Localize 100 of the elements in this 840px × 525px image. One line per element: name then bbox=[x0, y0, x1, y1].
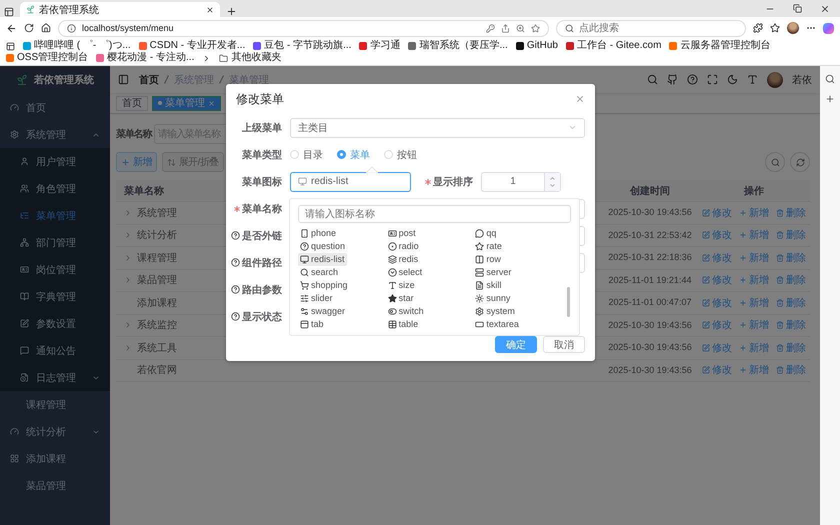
icon-option[interactable]: switch bbox=[386, 304, 426, 318]
icon-option[interactable]: rate bbox=[473, 240, 504, 252]
sidebar-item[interactable]: 通知公告 bbox=[0, 337, 110, 364]
text-size-icon[interactable] bbox=[747, 74, 758, 85]
icon-option[interactable]: size bbox=[386, 278, 417, 292]
user-name[interactable]: 若依 bbox=[792, 72, 812, 86]
confirm-button[interactable]: 确定 bbox=[495, 336, 537, 353]
tab-actions-icon[interactable] bbox=[4, 7, 14, 17]
field-label: 显示排序 bbox=[433, 175, 473, 188]
github-icon[interactable] bbox=[667, 74, 678, 85]
icon-option[interactable]: radio bbox=[386, 240, 421, 252]
bookmark-link[interactable]: 云服务器管理控制台 bbox=[669, 40, 770, 52]
plus-icon[interactable] bbox=[825, 94, 835, 104]
icon-option[interactable]: search bbox=[298, 266, 340, 278]
icon-option[interactable]: sunny bbox=[473, 292, 512, 304]
edit-icon bbox=[702, 321, 710, 330]
sidebar-item[interactable]: 日志管理 bbox=[0, 364, 110, 391]
table-cell-text: 系统监控 bbox=[137, 318, 177, 332]
bookmark-link[interactable]: 其他收藏夹 bbox=[219, 52, 282, 64]
edit-icon bbox=[702, 208, 710, 217]
bookmark-link[interactable]: 樱花动漫 - 专注动... bbox=[96, 52, 194, 64]
home-icon[interactable] bbox=[41, 23, 51, 33]
address-bar[interactable]: localhost/system/menu bbox=[58, 20, 549, 36]
radio-button[interactable] bbox=[337, 150, 346, 159]
user-avatar[interactable] bbox=[767, 72, 783, 88]
help-icon[interactable] bbox=[687, 74, 698, 85]
site-icon bbox=[359, 42, 368, 50]
bookmark-link[interactable]: OSS管理控制台 bbox=[6, 52, 88, 64]
icon-option[interactable]: skill bbox=[473, 278, 504, 292]
close-icon[interactable] bbox=[206, 6, 214, 14]
sun-icon bbox=[475, 294, 484, 302]
sidebar-item[interactable]: 参数设置 bbox=[0, 310, 110, 337]
bookmark-link[interactable]: 哔哩哔哩 ( ゜- ゜)つ... bbox=[23, 40, 131, 52]
reload-icon[interactable] bbox=[24, 23, 34, 33]
sidebar-item[interactable]: 用户管理 bbox=[0, 148, 110, 175]
icon-option[interactable]: select bbox=[386, 266, 424, 278]
radio-option[interactable]: 按钮 bbox=[384, 148, 417, 162]
fullscreen-icon[interactable] bbox=[707, 74, 718, 85]
bookmark-link[interactable]: 学习通 bbox=[359, 40, 400, 52]
bookmark-link[interactable]: 瑞智系统（要压学... bbox=[408, 40, 508, 52]
icon-option[interactable]: post bbox=[386, 226, 418, 240]
icon-option[interactable]: redis-list bbox=[298, 252, 347, 266]
icon-option[interactable]: row bbox=[473, 252, 503, 266]
bookmark-link[interactable]: 豆包 - 字节跳动旗... bbox=[253, 40, 352, 52]
breadcrumb-item[interactable]: 首页 bbox=[139, 72, 159, 86]
radio-option[interactable]: 目录 bbox=[290, 148, 323, 162]
icon-option[interactable]: redis bbox=[386, 252, 420, 266]
sidebar-item[interactable]: 部门管理 bbox=[0, 229, 110, 256]
menu-toggle-icon[interactable] bbox=[118, 74, 129, 85]
collections-icon[interactable] bbox=[6, 42, 15, 50]
close-icon[interactable] bbox=[820, 4, 830, 14]
profile-avatar[interactable] bbox=[787, 22, 799, 34]
sort-number-input[interactable]: 1 bbox=[481, 172, 561, 192]
sidebar-item[interactable]: 角色管理 bbox=[0, 175, 110, 202]
bookmark-link[interactable]: CSDN - 专业开发者... bbox=[138, 40, 246, 52]
copilot-icon[interactable] bbox=[823, 22, 834, 34]
browser-tab[interactable]: 若依管理系统 bbox=[20, 2, 220, 17]
increment-icon[interactable] bbox=[549, 174, 556, 182]
icon-option[interactable]: tab bbox=[298, 318, 326, 330]
cancel-button[interactable]: 取消 bbox=[543, 336, 585, 353]
share-icon[interactable] bbox=[501, 24, 510, 32]
sidebar-item[interactable]: 岗位管理 bbox=[0, 256, 110, 283]
plus-icon bbox=[739, 298, 747, 307]
bookmark-link[interactable]: 工作台 - Gitee.com bbox=[566, 40, 662, 52]
restore-icon[interactable] bbox=[793, 4, 802, 13]
zoom-icon[interactable] bbox=[516, 24, 525, 32]
decrement-icon[interactable] bbox=[549, 182, 556, 188]
new-tab-icon[interactable] bbox=[226, 6, 237, 17]
site-icon bbox=[516, 42, 524, 50]
icon-option[interactable]: shopping bbox=[298, 278, 350, 292]
bookmark-link[interactable]: GitHub bbox=[516, 40, 558, 52]
icon-option[interactable]: question bbox=[298, 240, 348, 252]
leaf-icon bbox=[26, 5, 35, 14]
web-search-field[interactable]: 点此搜索 bbox=[556, 20, 746, 36]
sidebar-item[interactable]: 字典管理 bbox=[0, 283, 110, 310]
icon-option[interactable]: slider bbox=[298, 292, 335, 304]
search-icon[interactable] bbox=[825, 74, 835, 84]
page-tag[interactable]: 首页 bbox=[116, 96, 148, 110]
favorites-icon[interactable] bbox=[770, 23, 780, 33]
search-icon[interactable] bbox=[647, 74, 658, 85]
extensions-icon[interactable] bbox=[753, 23, 763, 33]
favorite-icon[interactable] bbox=[531, 24, 540, 32]
icon-option[interactable]: system bbox=[473, 304, 517, 318]
id-card-icon bbox=[388, 228, 397, 238]
refresh-button[interactable] bbox=[790, 152, 810, 172]
key-icon[interactable] bbox=[486, 24, 495, 32]
parent-menu-select[interactable]: 主类目 bbox=[290, 118, 585, 138]
back-icon[interactable] bbox=[6, 22, 17, 34]
scrollbar-thumb[interactable] bbox=[567, 286, 570, 316]
icon-option[interactable]: server bbox=[473, 266, 514, 278]
icon-option[interactable]: qq bbox=[473, 226, 498, 240]
moon-icon[interactable] bbox=[727, 74, 738, 85]
icon-option[interactable]: table bbox=[386, 318, 420, 330]
radio-option[interactable]: 菜单 bbox=[337, 148, 370, 162]
icon-option[interactable]: textarea bbox=[473, 318, 521, 330]
search-toggle-button[interactable] bbox=[765, 152, 785, 172]
icon-option[interactable]: phone bbox=[298, 226, 338, 240]
icon-option[interactable]: star bbox=[386, 292, 416, 304]
icon-search-field[interactable]: 请输入图标名称 bbox=[298, 204, 571, 222]
icon-option[interactable]: swagger bbox=[298, 304, 348, 318]
